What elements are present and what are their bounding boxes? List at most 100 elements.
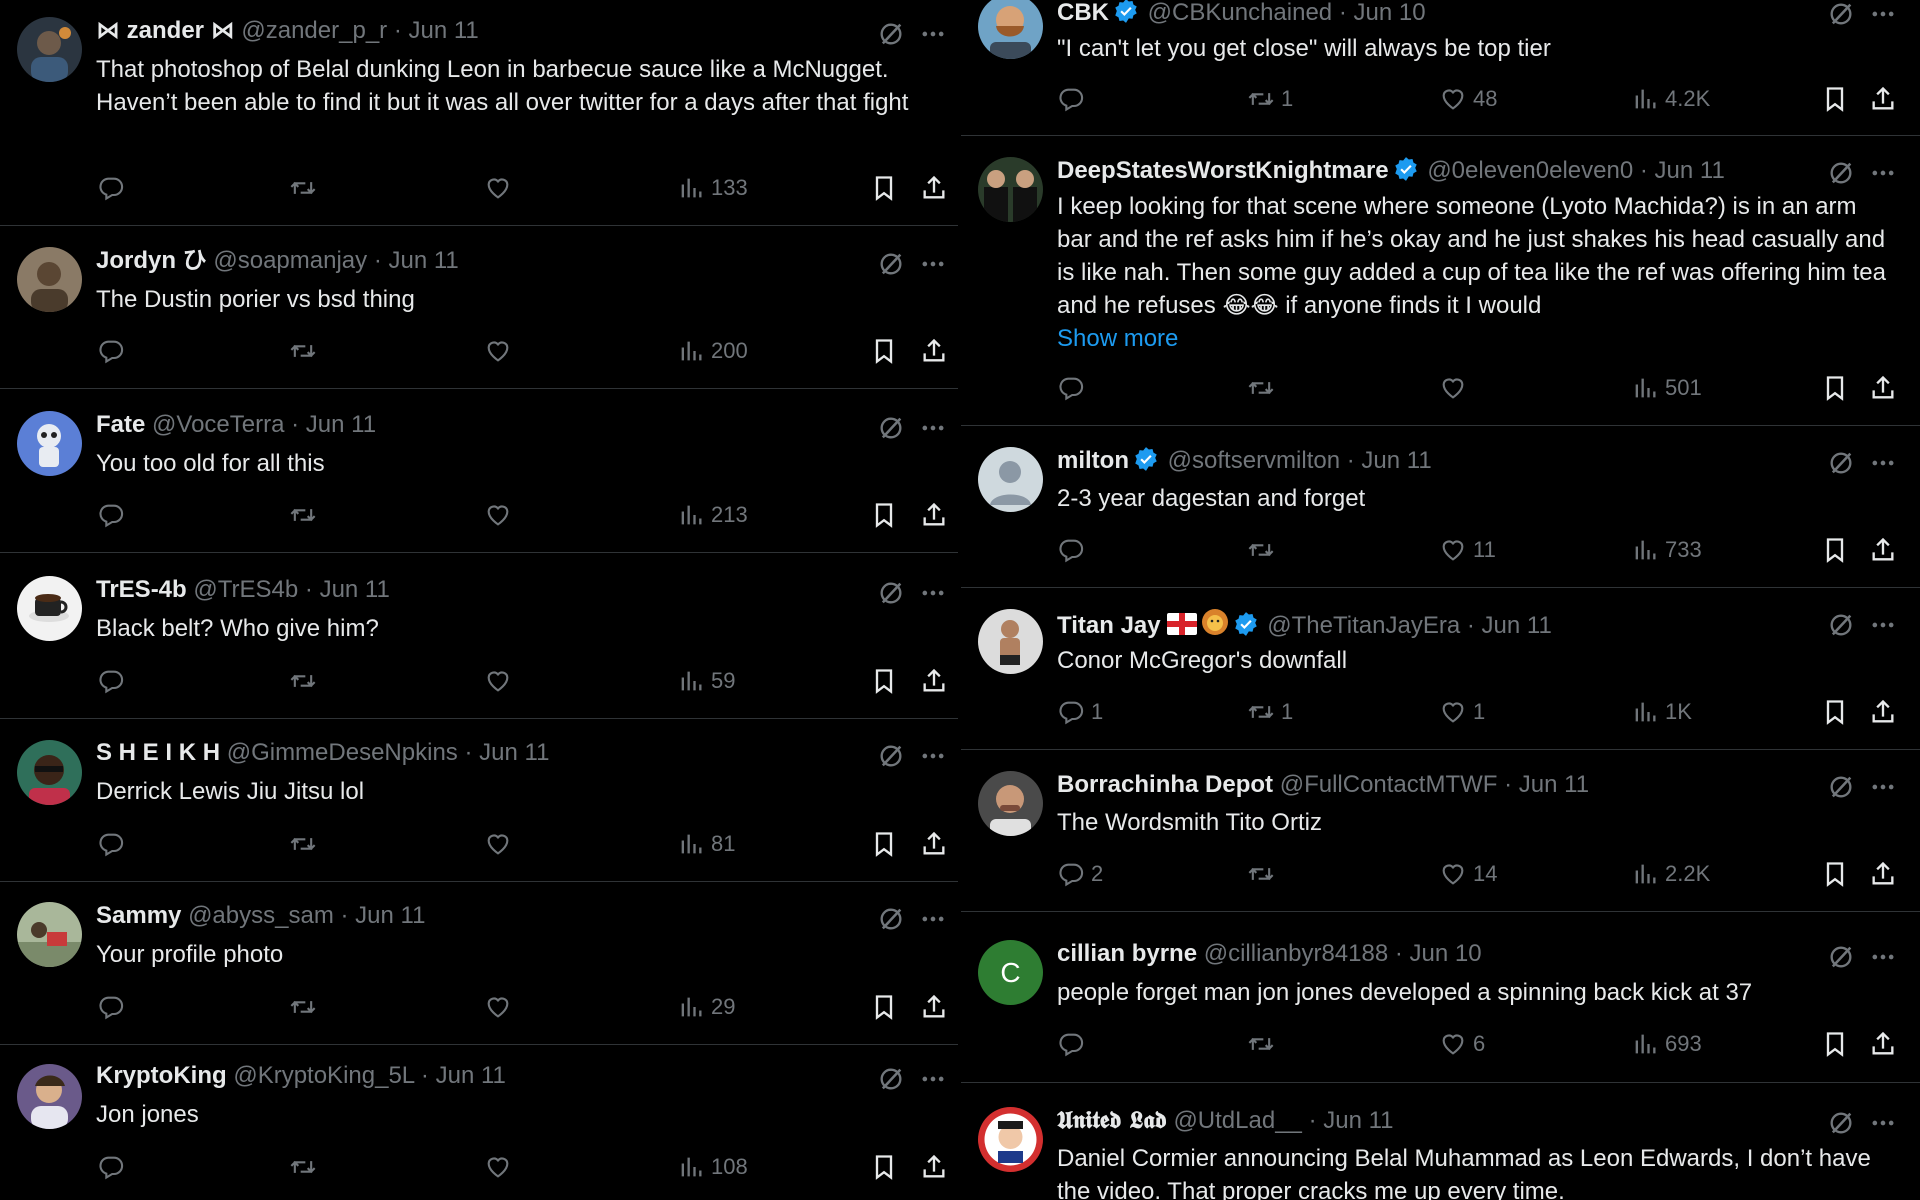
repost-button[interactable] [1247, 859, 1281, 889]
avatar[interactable] [17, 1064, 82, 1129]
more-options-icon[interactable] [919, 742, 947, 770]
share-button[interactable] [920, 173, 948, 203]
handle[interactable]: @FullContactMTWF [1280, 771, 1498, 798]
share-button[interactable] [1869, 1029, 1897, 1059]
share-button[interactable] [920, 666, 948, 696]
views-button[interactable]: 29 [677, 992, 735, 1022]
bookmark-button[interactable] [1821, 697, 1849, 727]
grok-icon[interactable] [1827, 773, 1855, 801]
reply-button[interactable]: 1 [1057, 697, 1103, 727]
avatar[interactable] [17, 740, 82, 805]
bookmark-button[interactable] [870, 992, 898, 1022]
bookmark-button[interactable] [1821, 859, 1849, 889]
share-button[interactable] [1869, 535, 1897, 565]
grok-icon[interactable] [877, 414, 905, 442]
timestamp[interactable]: Jun 11 [436, 1062, 506, 1089]
bookmark-button[interactable] [870, 500, 898, 530]
grok-icon[interactable] [1827, 449, 1855, 477]
reply-button[interactable] [1057, 535, 1091, 565]
tweet[interactable]: 𝖀𝖓𝖎𝖙𝖊𝖉 𝕷𝖆𝖉 @UtdLad__ · Jun 11 Daniel Cor… [961, 1083, 1920, 1200]
timestamp[interactable]: Jun 11 [1361, 447, 1431, 474]
reply-button[interactable] [97, 336, 131, 366]
avatar[interactable] [17, 17, 82, 82]
share-button[interactable] [1869, 697, 1897, 727]
like-button[interactable] [484, 173, 518, 203]
bookmark-button[interactable] [870, 1152, 898, 1182]
repost-button[interactable] [289, 173, 323, 203]
repost-button[interactable] [1247, 373, 1281, 403]
bookmark-button[interactable] [1821, 535, 1849, 565]
tweet[interactable]: Borrachinha Depot @FullContactMTWF · Jun… [961, 750, 1920, 912]
reply-button[interactable] [1057, 1029, 1091, 1059]
display-name[interactable]: TrES-4b [96, 576, 187, 603]
display-name[interactable]: Sammy [96, 902, 181, 929]
tweet[interactable]: Fate @VoceTerra · Jun 11 You too old for… [0, 389, 958, 553]
repost-button[interactable]: 1 [1247, 84, 1293, 114]
bookmark-button[interactable] [870, 336, 898, 366]
grok-icon[interactable] [877, 20, 905, 48]
avatar[interactable] [978, 0, 1043, 59]
grok-icon[interactable] [1827, 1109, 1855, 1137]
display-name[interactable]: Borrachinha Depot [1057, 771, 1273, 798]
views-button[interactable]: 4.2K [1631, 84, 1710, 114]
display-name[interactable]: 𝖀𝖓𝖎𝖙𝖊𝖉 𝕷𝖆𝖉 [1057, 1105, 1167, 1134]
handle[interactable]: @UtdLad__ [1173, 1107, 1301, 1134]
tweet[interactable]: Jordyn ひ @soapmanjay · Jun 11 The Dustin… [0, 226, 958, 389]
views-button[interactable]: 59 [677, 666, 735, 696]
display-name[interactable]: Titan Jay [1057, 612, 1161, 639]
timestamp[interactable]: Jun 11 [1323, 1107, 1393, 1134]
avatar[interactable] [978, 609, 1043, 674]
more-options-icon[interactable] [1869, 611, 1897, 639]
share-button[interactable] [920, 992, 948, 1022]
share-button[interactable] [1869, 84, 1897, 114]
reply-button[interactable] [97, 829, 131, 859]
handle[interactable]: @abyss_sam [188, 902, 334, 929]
avatar[interactable] [17, 411, 82, 476]
reply-button[interactable] [97, 500, 131, 530]
like-button[interactable]: 1 [1439, 697, 1485, 727]
tweet[interactable]: DeepStatesWorstKnightmare @0eleven0eleve… [961, 136, 1920, 426]
handle[interactable]: @zander_p_r [241, 17, 387, 44]
like-button[interactable] [484, 336, 518, 366]
timestamp[interactable]: Jun 11 [1482, 612, 1552, 639]
handle[interactable]: @cillianbyr84188 [1204, 940, 1388, 967]
like-button[interactable] [484, 666, 518, 696]
avatar[interactable] [978, 771, 1043, 836]
reply-button[interactable] [97, 173, 131, 203]
share-button[interactable] [1869, 859, 1897, 889]
display-name[interactable]: DeepStatesWorstKnightmare [1057, 157, 1389, 184]
share-button[interactable] [920, 1152, 948, 1182]
timestamp[interactable]: Jun 11 [388, 247, 458, 274]
like-button[interactable] [484, 1152, 518, 1182]
timestamp[interactable]: Jun 11 [1519, 771, 1589, 798]
display-name[interactable]: Jordyn ひ [96, 247, 207, 274]
grok-icon[interactable] [877, 250, 905, 278]
repost-button[interactable] [289, 336, 323, 366]
like-button[interactable]: 48 [1439, 84, 1497, 114]
avatar[interactable]: C [978, 940, 1043, 1005]
repost-button[interactable] [1247, 535, 1281, 565]
reply-button[interactable] [97, 666, 131, 696]
more-options-icon[interactable] [1869, 0, 1897, 28]
avatar[interactable] [17, 576, 82, 641]
like-button[interactable]: 11 [1439, 535, 1496, 565]
timestamp[interactable]: Jun 11 [479, 739, 549, 766]
bookmark-button[interactable] [870, 666, 898, 696]
timestamp[interactable]: Jun 11 [306, 411, 376, 438]
bookmark-button[interactable] [1821, 1029, 1849, 1059]
more-options-icon[interactable] [919, 20, 947, 48]
share-button[interactable] [920, 829, 948, 859]
avatar[interactable] [978, 1107, 1043, 1172]
timestamp[interactable]: Jun 11 [355, 902, 425, 929]
tweet[interactable]: Titan Jay @TheTitanJayEra · Jun 11 Conor… [961, 588, 1920, 750]
repost-button[interactable] [289, 992, 323, 1022]
more-options-icon[interactable] [919, 579, 947, 607]
like-button[interactable] [484, 829, 518, 859]
views-button[interactable]: 81 [677, 829, 735, 859]
grok-icon[interactable] [1827, 159, 1855, 187]
show-more-link[interactable]: Show more [1057, 325, 1178, 352]
display-name[interactable]: Fate [96, 411, 145, 438]
handle[interactable]: @soapmanjay [213, 247, 367, 274]
handle[interactable]: @CBKunchained [1148, 0, 1332, 26]
bookmark-button[interactable] [1821, 84, 1849, 114]
